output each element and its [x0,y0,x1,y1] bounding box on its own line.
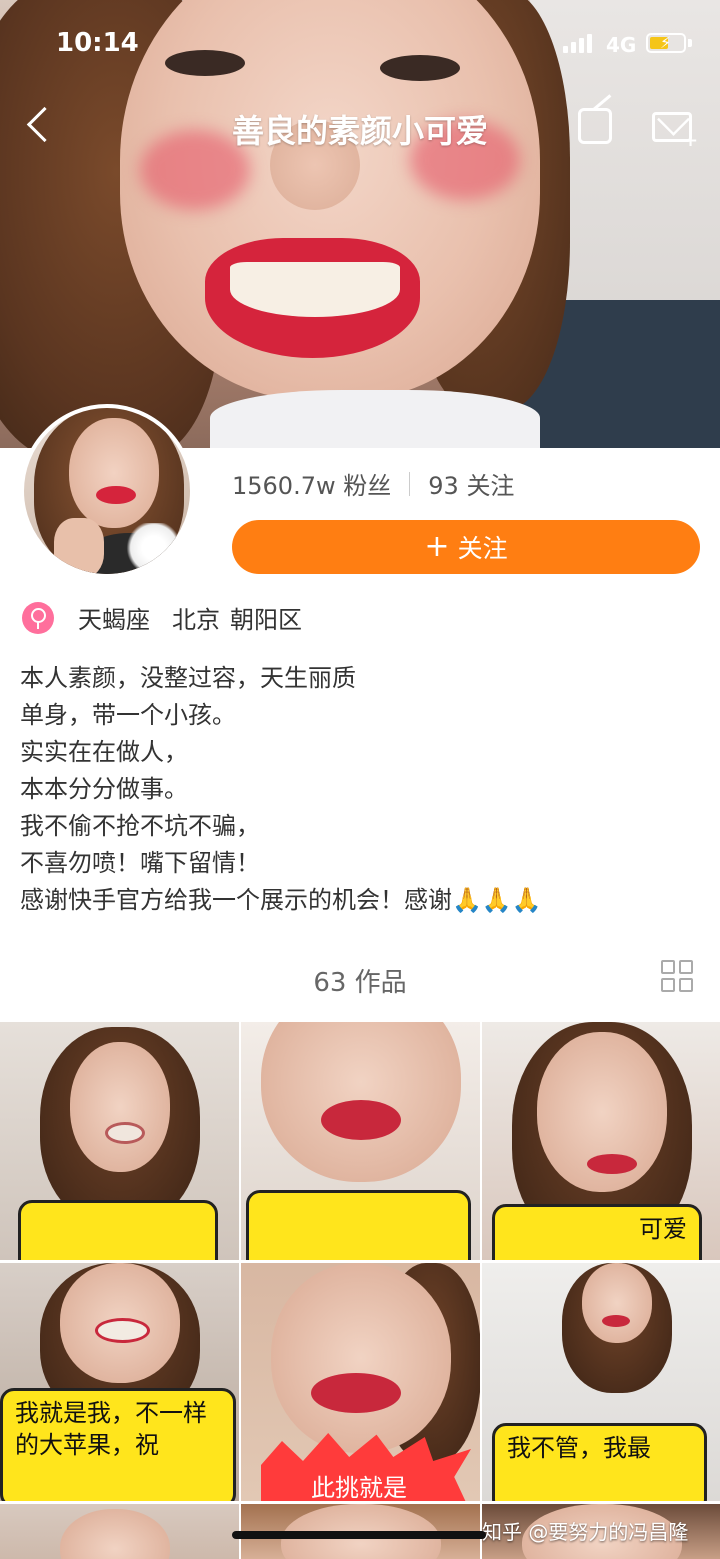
status-time: 10:14 [56,28,139,58]
female-icon [22,601,54,634]
city: 北京 [172,606,220,634]
works-header: 63 作品 [0,958,720,1002]
bio-line: 我不偷不抢不坑不骗， [20,812,260,840]
bio-line: 本人素颜，没整过容，天生丽质 [20,664,356,692]
follow-button-label: 关注 [457,534,508,563]
battery-icon: ⚡ [646,33,686,53]
works-grid: 可爱 我就是我，不一样的大苹果，祝 此挑就是 我不管，我最 [0,1022,720,1559]
plus-icon: + [424,529,450,564]
following-label: 关注 [466,472,515,500]
work-thumbnail[interactable]: 此挑就是 [241,1263,480,1501]
fans-label: 粉丝 [343,472,392,500]
work-thumbnail[interactable]: 可爱 [482,1022,720,1260]
back-icon[interactable] [22,104,62,152]
signal-icon [563,34,592,53]
following-stat[interactable]: 93 关注 [428,466,514,501]
bio-line: 不喜勿喷！嘴下留情！ [20,849,260,877]
fans-count: 1560.7w [232,472,336,500]
page-title: 善良的素颜小可爱 [231,112,488,150]
work-thumbnail[interactable]: 我不管，我最 [482,1263,720,1501]
stats-divider [409,471,411,496]
works-number: 63 [313,968,347,998]
works-count: 63 作品 [0,962,720,999]
cover-shirt [210,390,540,448]
bio-line: 实实在在做人， [20,738,188,766]
bio-line: 本本分分做事。 [20,775,188,803]
fans-stat[interactable]: 1560.7w 粉丝 [232,466,391,501]
district: 朝阳区 [230,606,302,634]
share-icon[interactable] [578,108,612,144]
profile-bio: 本人素颜，没整过容，天生丽质 单身，带一个小孩。 实实在在做人， 本本分分做事。… [20,660,710,919]
profile-meta: 天蝎座 北京 朝阳区 [22,600,302,635]
work-caption: 可爱 [492,1204,702,1260]
follow-button[interactable]: + 关注 [232,520,700,574]
work-thumbnail[interactable] [241,1022,480,1260]
home-indicator[interactable] [232,1531,486,1539]
work-caption [18,1200,218,1260]
avatar[interactable] [20,404,194,578]
network-type: 4G [606,33,637,57]
watermark: 知乎 @要努力的冯昌隆 [482,1520,689,1544]
work-caption [246,1190,471,1260]
profile-stats: 1560.7w 粉丝 93 关注 [232,466,514,501]
grid-view-icon[interactable] [661,960,695,994]
work-thumbnail[interactable] [0,1504,239,1559]
work-thumbnail[interactable] [0,1022,239,1260]
constellation: 天蝎座 [78,606,150,634]
work-caption: 我就是我，不一样的大苹果，祝 [0,1388,236,1501]
work-caption: 此挑就是 [311,1474,407,1501]
status-bar: 10:14 4G ⚡ [0,0,720,88]
battery-tip [688,39,692,47]
work-caption: 我不管，我最 [492,1423,707,1501]
following-count: 93 [428,472,459,500]
bio-line: 感谢快手官方给我一个展示的机会！感谢🙏🙏🙏 [20,886,542,914]
work-thumbnail[interactable]: 我就是我，不一样的大苹果，祝 [0,1263,239,1501]
works-label: 作品 [354,968,407,998]
message-icon[interactable]: + [652,112,698,150]
bio-line: 单身，带一个小孩。 [20,701,236,729]
cover-teeth [230,262,400,317]
